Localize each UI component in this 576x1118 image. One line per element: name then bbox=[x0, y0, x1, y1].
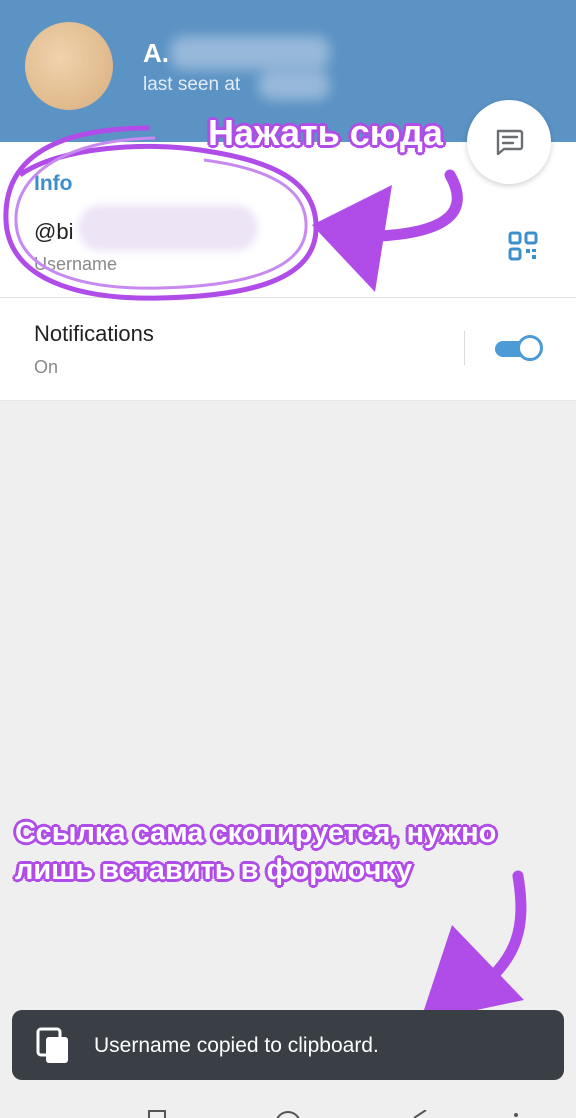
back-nav-icon[interactable] bbox=[412, 1110, 428, 1118]
home-nav-icon[interactable] bbox=[274, 1110, 302, 1118]
top-arrow-head bbox=[312, 185, 392, 292]
annotation-top-hint: Нажать сюда bbox=[208, 112, 443, 153]
recents-nav-icon[interactable] bbox=[148, 1110, 166, 1118]
menu-nav-icon[interactable] bbox=[510, 1110, 522, 1118]
highlight-scribble-inner bbox=[14, 136, 308, 290]
annotation-bottom-hint: Ссылка сама скопируется, нужно лишь вста… bbox=[15, 817, 497, 886]
annotation-overlay bbox=[3, 125, 527, 1022]
bottom-arrow-head bbox=[420, 925, 524, 1022]
copy-icon bbox=[36, 1027, 68, 1063]
toast-message: Username copied to clipboard. bbox=[94, 1034, 379, 1057]
top-arrow-shaft bbox=[374, 169, 463, 242]
